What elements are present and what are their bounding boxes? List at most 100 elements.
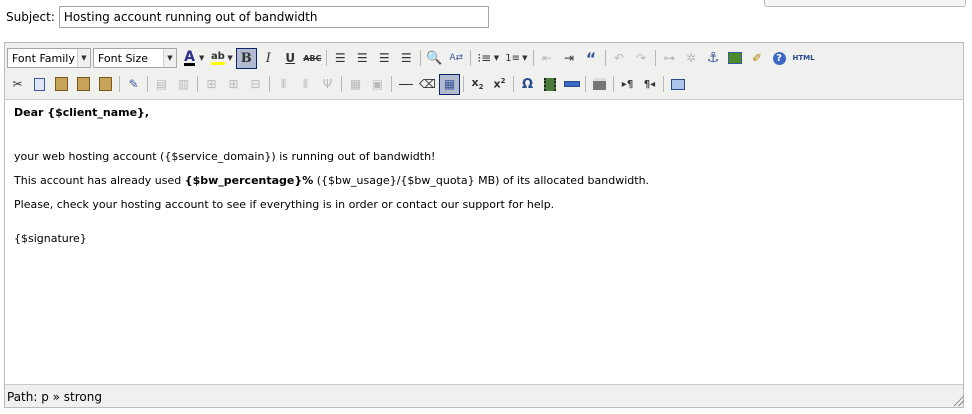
subscript-button[interactable]: x2	[467, 74, 488, 95]
outdent-button[interactable]: ⇤	[537, 48, 558, 69]
eraser-icon: ⌫	[419, 77, 436, 91]
link-icon: ⊶	[663, 51, 676, 65]
align-justify-button[interactable]: ☰	[396, 48, 417, 69]
cleanup-button[interactable]: ✐	[747, 48, 768, 69]
top-action-button[interactable]	[764, 0, 966, 7]
table-row-icon: ▤	[155, 77, 168, 91]
help-icon: ?	[772, 51, 786, 65]
edit-button[interactable]: ✎	[123, 74, 144, 95]
align-left-button[interactable]: ☰	[330, 48, 351, 69]
omega-icon: Ω	[521, 76, 534, 92]
copy-button[interactable]	[29, 74, 50, 95]
body-line-2-bold: {$bw_percentage}%	[184, 174, 314, 187]
media-button[interactable]	[539, 74, 560, 95]
paste-word-button[interactable]	[95, 74, 116, 95]
undo-button[interactable]: ↶	[609, 48, 630, 69]
superscript-button[interactable]: x2	[489, 74, 510, 95]
insert-col-after-icon: ⫴	[302, 76, 309, 91]
image-button[interactable]	[725, 48, 746, 69]
table-row-props-button[interactable]: ▤	[151, 74, 172, 95]
paste-text-button[interactable]	[73, 74, 94, 95]
toolbar-separator	[613, 76, 614, 92]
numbered-list-button[interactable]: 1≡	[502, 48, 523, 69]
greeting-text: Dear {$client_name},	[14, 106, 150, 119]
anchor-button[interactable]: ⚓	[703, 48, 724, 69]
advanced-hr-button[interactable]	[561, 74, 582, 95]
horizontal-rule-button[interactable]	[395, 74, 416, 95]
toolbar-separator	[147, 76, 148, 92]
subject-input[interactable]	[58, 6, 489, 28]
special-char-button[interactable]: Ω	[517, 74, 538, 95]
text-color-button[interactable]: A	[179, 48, 200, 69]
html-source-button[interactable]: HTML	[791, 48, 817, 69]
align-center-button[interactable]: ☰	[352, 48, 373, 69]
strikethrough-button[interactable]: ABC	[302, 48, 323, 69]
eraser-button[interactable]: ⌫	[417, 74, 438, 95]
resize-grip-icon[interactable]	[954, 396, 964, 406]
chevron-down-icon: ▼	[163, 49, 176, 67]
body-line-2: This account has already used {$bw_perce…	[14, 174, 649, 187]
font-size-select[interactable]: Font Size ▼	[93, 48, 177, 68]
insert-col-after-button[interactable]: ⫴	[295, 74, 316, 95]
bold-button[interactable]: B	[235, 47, 257, 69]
font-family-select[interactable]: Font Family ▼	[7, 48, 91, 68]
superscript-icon: x2	[493, 77, 506, 91]
fullscreen-button[interactable]	[667, 74, 688, 95]
indent-button[interactable]: ⇥	[559, 48, 580, 69]
redo-button[interactable]: ↷	[631, 48, 652, 69]
insert-row-before-button[interactable]: ⊞	[201, 74, 222, 95]
link-button[interactable]: ⊶	[659, 48, 680, 69]
strikethrough-icon: ABC	[303, 53, 322, 63]
toolbar-separator	[654, 50, 656, 66]
outdent-icon: ⇤	[542, 51, 553, 65]
align-left-icon: ☰	[334, 51, 346, 65]
unlink-button[interactable]: ✲	[681, 48, 702, 69]
html-icon: HTML	[792, 54, 815, 62]
toolbar-separator	[513, 76, 514, 92]
undo-icon: ↶	[614, 51, 625, 65]
toolbar-separator	[585, 76, 586, 92]
toolbar-separator	[419, 50, 421, 66]
delete-row-button[interactable]: ⊟	[245, 74, 266, 95]
insert-row-after-button[interactable]: ⊞	[223, 74, 244, 95]
delete-col-button[interactable]: Ψ	[317, 74, 338, 95]
italic-button[interactable]: I	[258, 48, 279, 69]
insert-col-before-button[interactable]: ⫴	[273, 74, 294, 95]
table-grid-icon: ▦	[443, 77, 456, 91]
toolbar-separator	[269, 76, 270, 92]
merge-cells-icon: ▣	[371, 77, 384, 91]
find-button[interactable]: 🔍	[424, 48, 445, 69]
element-path: Path: p » strong	[7, 390, 102, 404]
rtl-button[interactable]: ¶◂	[639, 74, 660, 95]
chevron-down-icon: ▼	[77, 49, 90, 67]
editor-content-area[interactable]: Dear {$client_name}, your web hosting ac…	[5, 99, 963, 385]
printer-icon	[593, 78, 606, 90]
rtl-icon: ¶◂	[643, 78, 656, 90]
fullscreen-icon	[670, 78, 685, 90]
align-right-icon: ☰	[378, 51, 390, 65]
signature-line: {$signature}	[14, 232, 87, 245]
cut-button[interactable]: ✂	[7, 74, 28, 95]
highlight-color-button[interactable]: ab	[207, 48, 228, 69]
underline-button[interactable]: U	[280, 48, 301, 69]
replace-button[interactable]: A⇄	[446, 48, 467, 69]
paste-button[interactable]	[51, 74, 72, 95]
insert-row-icon: ⊞	[206, 77, 217, 91]
table-cell-props-button[interactable]: ▥	[173, 74, 194, 95]
subject-row: Subject:	[6, 6, 489, 28]
blockquote-button[interactable]: “	[581, 48, 602, 69]
ltr-button[interactable]: ▸¶	[617, 74, 638, 95]
align-right-button[interactable]: ☰	[374, 48, 395, 69]
paste-word-icon	[99, 77, 112, 91]
indent-icon: ⇥	[564, 51, 575, 65]
print-button[interactable]	[589, 74, 610, 95]
split-cells-button[interactable]: ▦	[345, 74, 366, 95]
bullet-list-button[interactable]: ⁝≡	[474, 48, 495, 69]
visual-aid-button[interactable]: ▦	[439, 73, 460, 95]
help-button[interactable]: ?	[769, 48, 790, 69]
italic-icon: I	[265, 50, 271, 66]
anchor-icon: ⚓	[706, 50, 720, 66]
underline-icon: U	[285, 51, 296, 65]
merge-cells-button[interactable]: ▣	[367, 74, 388, 95]
redo-icon: ↷	[636, 51, 647, 65]
